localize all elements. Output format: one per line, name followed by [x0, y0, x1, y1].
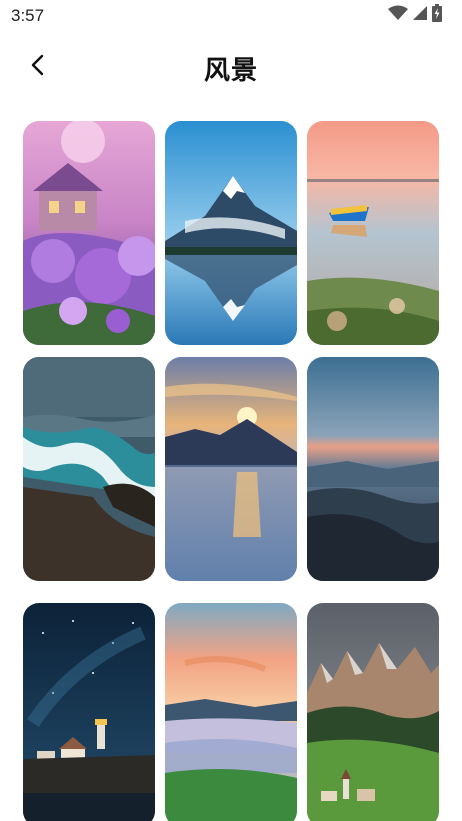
wifi-icon: [388, 5, 408, 25]
status-bar: 3:57: [0, 0, 462, 32]
app-bar: 风景: [0, 32, 462, 102]
mountain-sunset-lake-image: [165, 357, 297, 581]
lavender-cottage-image: [23, 121, 155, 345]
boat-sunset-lake-image: [307, 121, 439, 345]
misty-mountain-valley-image: [307, 357, 439, 581]
wallpaper-thumbnail[interactable]: [307, 121, 439, 345]
wallpaper-thumbnail[interactable]: [307, 357, 439, 581]
dolomites-village-image: [307, 603, 439, 821]
wallpaper-thumbnail[interactable]: [23, 357, 155, 581]
wallpaper-thumbnail[interactable]: [23, 121, 155, 345]
ocean-waves-rocks-image: [23, 357, 155, 581]
wallpaper-thumbnail[interactable]: [165, 603, 297, 821]
snow-mountain-lake-image: [165, 121, 297, 345]
wallpaper-thumbnail[interactable]: [23, 603, 155, 821]
cell-signal-icon: [412, 5, 428, 25]
wallpaper-thumbnail[interactable]: [307, 603, 439, 821]
wallpaper-thumbnail[interactable]: [165, 357, 297, 581]
status-time: 3:57: [11, 6, 45, 25]
battery-charging-icon: [432, 4, 442, 26]
page-title: 风景: [203, 56, 258, 86]
status-icons: [388, 4, 442, 26]
sunset-fog-meadow-image: [165, 603, 297, 821]
wallpaper-thumbnail[interactable]: [165, 121, 297, 345]
starry-night-lighthouse-image: [23, 603, 155, 821]
